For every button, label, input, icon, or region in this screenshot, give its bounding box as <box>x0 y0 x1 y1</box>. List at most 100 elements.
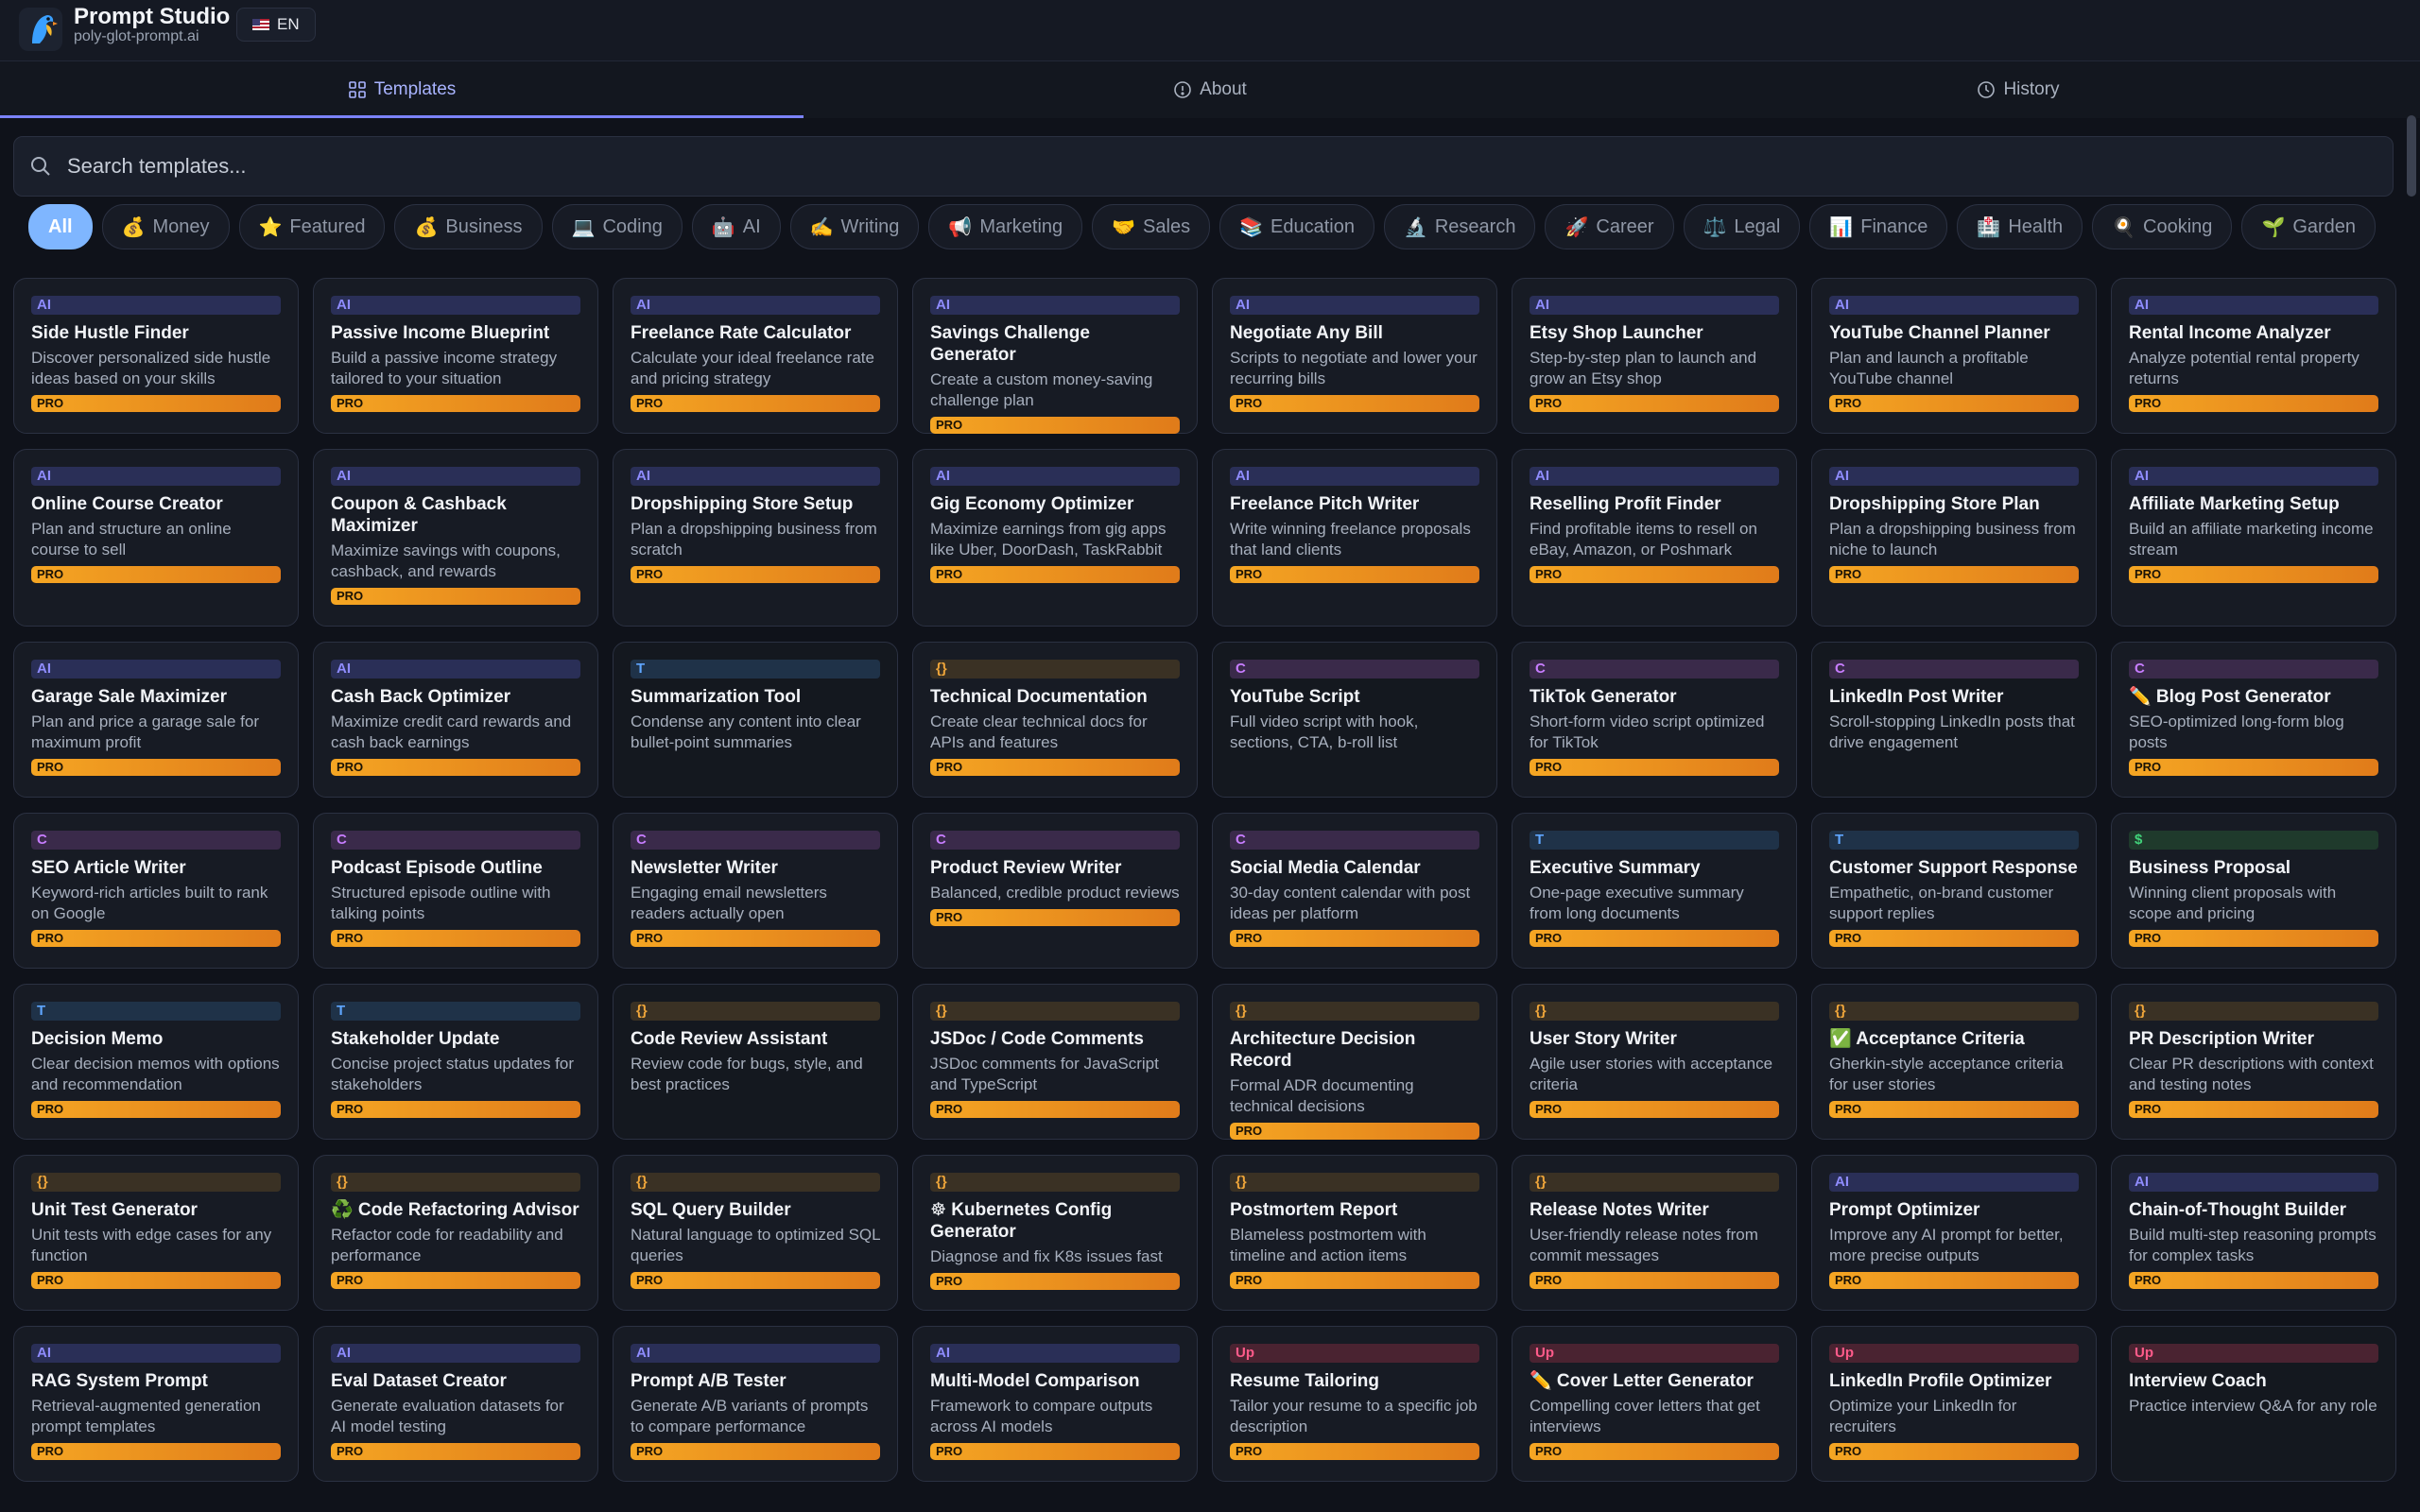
template-card[interactable]: {} User Story Writer Agile user stories wi… <box>1512 984 1797 1140</box>
template-card[interactable]: {} ✅ Acceptance Criteria Gherkin-style acc… <box>1811 984 2097 1140</box>
category-chip-cooking[interactable]: 🍳 Cooking <box>2092 204 2233 249</box>
template-card[interactable]: C ✏️ Blog Post Generator SEO-optimized lon… <box>2111 642 2396 798</box>
template-card[interactable]: AI Side Hustle Finder Discover personalize… <box>13 278 299 434</box>
template-card[interactable]: AI Savings Challenge Generator Create a cu… <box>912 278 1198 434</box>
tab-about[interactable]: About <box>808 61 1612 118</box>
card-title: SQL Query Builder <box>631 1200 791 1220</box>
template-card[interactable]: AI Online Course Creator Plan and structur… <box>13 449 299 627</box>
category-chip-health[interactable]: 🏥 Health <box>1957 204 2083 249</box>
category-chip-featured[interactable]: ⭐ Featured <box>238 204 386 249</box>
template-card[interactable]: AI Rental Income Analyzer Analyze potentia… <box>2111 278 2396 434</box>
template-card[interactable]: AI RAG System Prompt Retrieval-augmented g… <box>13 1326 299 1482</box>
category-tag: AI <box>631 1344 880 1363</box>
language-selector[interactable]: EN <box>236 8 316 42</box>
template-card[interactable]: AI Gig Economy Optimizer Maximize earnings… <box>912 449 1198 627</box>
template-card[interactable]: AI Negotiate Any Bill Scripts to negotiate… <box>1212 278 1497 434</box>
card-description: SEO-optimized long-form blog posts <box>2129 713 2344 751</box>
card-title: Savings Challenge Generator <box>930 323 1090 365</box>
template-card[interactable]: Up Interview Coach Practice interview Q&A … <box>2111 1326 2396 1482</box>
tab-history[interactable]: History <box>1616 61 2420 118</box>
template-card[interactable]: {} JSDoc / Code Comments JSDoc comments fo… <box>912 984 1198 1140</box>
template-card[interactable]: AI Dropshipping Store Plan Plan a dropship… <box>1811 449 2097 627</box>
category-icon: 💰 <box>121 216 146 238</box>
category-chip-money[interactable]: 💰 Money <box>101 204 230 249</box>
card-description: Natural language to optimized SQL querie… <box>631 1226 880 1264</box>
template-card[interactable]: Up Resume Tailoring Tailor your resume to … <box>1212 1326 1497 1482</box>
category-chip-education[interactable]: 📚 Education <box>1219 204 1374 249</box>
template-card[interactable]: AI Garage Sale Maximizer Plan and price a … <box>13 642 299 798</box>
card-title: Architecture Decision Record <box>1230 1029 1416 1071</box>
template-card[interactable]: AI Eval Dataset Creator Generate evaluatio… <box>313 1326 598 1482</box>
category-tag: {} <box>930 1002 1180 1021</box>
template-card[interactable]: C Podcast Episode Outline Structured episo… <box>313 813 598 969</box>
template-card[interactable]: {} SQL Query Builder Natural language to o… <box>613 1155 898 1311</box>
template-card[interactable]: C Newsletter Writer Engaging email newslet… <box>613 813 898 969</box>
template-card[interactable]: {} Unit Test Generator Unit tests with edg… <box>13 1155 299 1311</box>
category-tag: {} <box>31 1173 281 1192</box>
category-chip-garden[interactable]: 🌱 Garden <box>2241 204 2377 249</box>
template-card[interactable]: AI Passive Income Blueprint Build a passiv… <box>313 278 598 434</box>
template-card[interactable]: AI Freelance Rate Calculator Calculate you… <box>613 278 898 434</box>
category-chip-finance[interactable]: 📊 Finance <box>1809 204 1948 249</box>
template-card[interactable]: T Stakeholder Update Concise project statu… <box>313 984 598 1140</box>
category-chip-coding[interactable]: 💻 Coding <box>551 204 683 249</box>
category-chip-ai[interactable]: 🤖 AI <box>691 204 781 249</box>
pro-badge: PRO <box>1530 395 1779 412</box>
category-chip-all[interactable]: All <box>28 204 93 249</box>
category-chip-sales[interactable]: 🤝 Sales <box>1092 204 1211 249</box>
scrollbar-thumb[interactable] <box>2407 115 2416 197</box>
template-card[interactable]: {} Technical Documentation Create clear te… <box>912 642 1198 798</box>
template-card[interactable]: Up ✏️ Cover Letter Generator Compelling co… <box>1512 1326 1797 1482</box>
template-card[interactable]: AI Freelance Pitch Writer Write winning fr… <box>1212 449 1497 627</box>
template-card[interactable]: {} ☸ Kubernetes Config Generator Diagnose … <box>912 1155 1198 1311</box>
category-tag: C <box>1530 660 1779 679</box>
template-card[interactable]: $ Business Proposal Winning client proposa… <box>2111 813 2396 969</box>
template-card[interactable]: AI YouTube Channel Planner Plan and launch… <box>1811 278 2097 434</box>
template-card[interactable]: AI Coupon & Cashback Maximizer Maximize sa… <box>313 449 598 627</box>
search-input[interactable] <box>65 153 2393 180</box>
card-title: Online Course Creator <box>31 494 223 514</box>
category-chip-research[interactable]: 🔬 Research <box>1383 204 1536 249</box>
template-card[interactable]: T Decision Memo Clear decision memos with … <box>13 984 299 1140</box>
category-chip-career[interactable]: 🚀 Career <box>1545 204 1674 249</box>
template-card[interactable]: AI Etsy Shop Launcher Step-by-step plan to… <box>1512 278 1797 434</box>
template-card[interactable]: {} Code Review Assistant Review code for b… <box>613 984 898 1140</box>
category-chip-writing[interactable]: ✍️ Writing <box>789 204 920 249</box>
tab-templates[interactable]: Templates <box>0 61 804 118</box>
template-card[interactable]: AI Cash Back Optimizer Maximize credit car… <box>313 642 598 798</box>
template-card[interactable]: C YouTube Script Full video script with ho… <box>1212 642 1497 798</box>
template-card[interactable]: C SEO Article Writer Keyword-rich articles… <box>13 813 299 969</box>
template-card[interactable]: C Social Media Calendar 30-day content cal… <box>1212 813 1497 969</box>
card-description: Practice interview Q&A for any role <box>2129 1397 2377 1415</box>
template-card[interactable]: T Customer Support Response Empathetic, on… <box>1811 813 2097 969</box>
category-tag: {} <box>1230 1173 1479 1192</box>
template-card[interactable]: C LinkedIn Post Writer Scroll-stopping Lin… <box>1811 642 2097 798</box>
card-description: Scroll-stopping LinkedIn posts that driv… <box>1829 713 2075 751</box>
template-card[interactable]: C TikTok Generator Short-form video script… <box>1512 642 1797 798</box>
template-card[interactable]: AI Prompt A/B Tester Generate A/B variants… <box>613 1326 898 1482</box>
category-chip-legal[interactable]: ⚖️ Legal <box>1683 204 1801 249</box>
template-card[interactable]: AI Reselling Profit Finder Find profitable… <box>1512 449 1797 627</box>
template-card[interactable]: AI Dropshipping Store Setup Plan a dropshi… <box>613 449 898 627</box>
template-card[interactable]: T Summarization Tool Condense any content … <box>613 642 898 798</box>
category-icon: 💰 <box>414 216 439 238</box>
pro-badge: PRO <box>1829 1272 2079 1289</box>
template-card[interactable]: AI Multi-Model Comparison Framework to com… <box>912 1326 1198 1482</box>
template-card[interactable]: {} ♻️ Code Refactoring Advisor Refactor co… <box>313 1155 598 1311</box>
template-card[interactable]: AI Affiliate Marketing Setup Build an affi… <box>2111 449 2396 627</box>
template-card[interactable]: {} Postmortem Report Blameless postmortem … <box>1212 1155 1497 1311</box>
category-chip-marketing[interactable]: 📢 Marketing <box>928 204 1083 249</box>
template-card[interactable]: AI Chain-of-Thought Builder Build multi-st… <box>2111 1155 2396 1311</box>
pro-badge: PRO <box>1530 759 1779 776</box>
template-card[interactable]: {} Architecture Decision Record Formal ADR… <box>1212 984 1497 1140</box>
card-description: Optimize your LinkedIn for recruiters <box>1829 1397 2017 1435</box>
category-chip-business[interactable]: 💰 Business <box>394 204 543 249</box>
template-card[interactable]: Up LinkedIn Profile Optimizer Optimize you… <box>1811 1326 2097 1482</box>
pro-badge: PRO <box>331 1101 580 1118</box>
category-tag: {} <box>930 660 1180 679</box>
template-card[interactable]: AI Prompt Optimizer Improve any AI prompt … <box>1811 1155 2097 1311</box>
template-card[interactable]: T Executive Summary One-page executive sum… <box>1512 813 1797 969</box>
template-card[interactable]: {} PR Description Writer Clear PR descript… <box>2111 984 2396 1140</box>
template-card[interactable]: {} Release Notes Writer User-friendly rele… <box>1512 1155 1797 1311</box>
template-card[interactable]: C Product Review Writer Balanced, credible… <box>912 813 1198 969</box>
